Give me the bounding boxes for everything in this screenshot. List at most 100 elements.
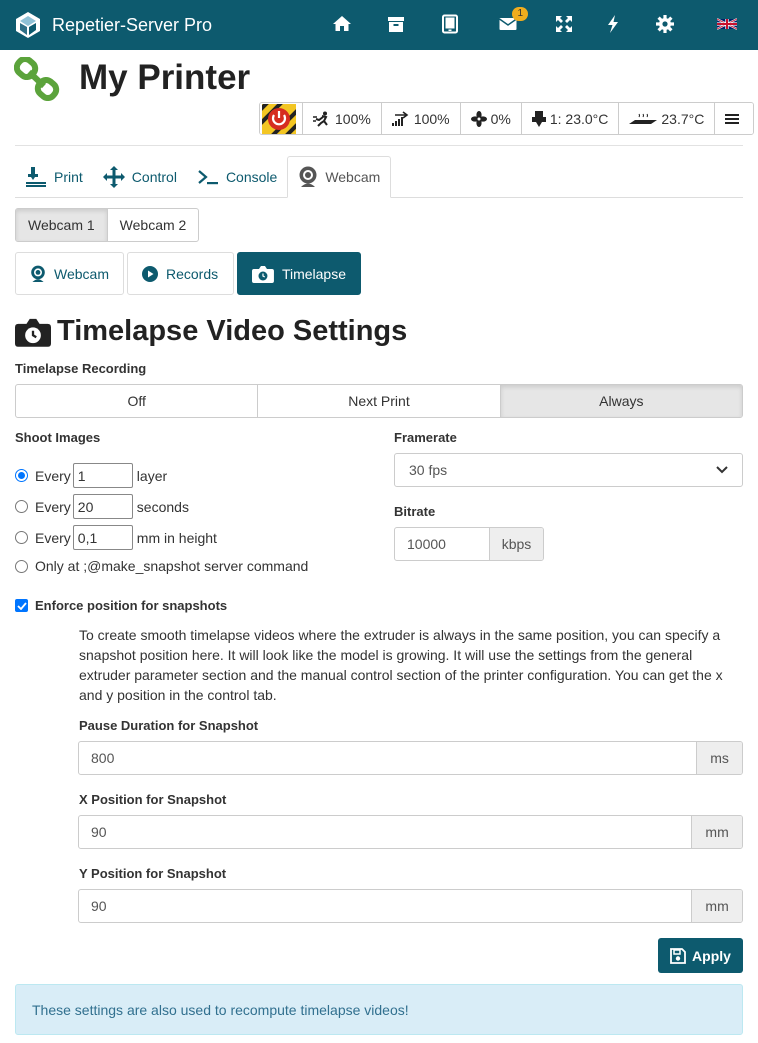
emergency-stop-button[interactable] [260, 103, 303, 134]
speed-value: 100% [335, 110, 371, 127]
print-icon [26, 167, 46, 187]
fan-icon [470, 110, 487, 127]
pause-duration-input[interactable]: 800 [79, 742, 696, 774]
y-position-input[interactable]: 90 [79, 890, 691, 922]
subtab-timelapse-label: Timelapse [281, 265, 346, 282]
flow-value: 100% [413, 110, 450, 127]
pause-duration-label: Pause Duration for Snapshot [79, 718, 259, 733]
main-tabs: Print Control Console Webcam [15, 156, 743, 198]
shoot-every-layer-row: Every 1 layer [15, 463, 167, 488]
y-position-label: Y Position for Snapshot [79, 866, 227, 881]
tab-print-label: Print [54, 169, 83, 185]
archive-icon[interactable] [384, 12, 408, 36]
expand-icon[interactable] [552, 12, 576, 36]
page-title: Timelapse Video Settings [57, 315, 408, 347]
webcam-icon [299, 166, 317, 187]
apply-label: Apply [692, 947, 731, 964]
tablet-icon[interactable] [438, 12, 462, 36]
home-icon[interactable] [330, 12, 354, 36]
shoot-height-radio[interactable] [15, 531, 28, 544]
bed-temperature-value: 23.7°C [661, 110, 705, 127]
shoot-layer-radio[interactable] [15, 469, 28, 482]
subtab-webcam-label: Webcam [54, 265, 109, 282]
height-interval-input[interactable]: 0,1 [72, 525, 133, 550]
tab-console[interactable]: Console [187, 156, 287, 198]
camera-icon [252, 265, 274, 283]
recording-label: Timelapse Recording [15, 361, 147, 376]
move-arrows-icon [102, 166, 125, 188]
timelapse-heading: Timelapse Video Settings [15, 315, 407, 348]
extruder-temperature[interactable]: 1: 23.0°C [521, 103, 620, 134]
bitrate-input[interactable]: 10000 [395, 528, 489, 560]
extruder-icon [531, 110, 546, 127]
recording-next-print-button[interactable]: Next Print [258, 385, 501, 417]
flow-icon [391, 110, 409, 126]
framerate-value: 30 fps [409, 462, 448, 478]
app-title: Repetier-Server Pro [52, 14, 213, 35]
fan-speed[interactable]: 0% [460, 103, 522, 134]
tab-console-label: Console [225, 169, 278, 185]
printer-connected-link-icon [14, 57, 60, 101]
extruder-temperature-value: 1: 23.0°C [549, 110, 609, 127]
x-position-unit: mm [691, 816, 742, 848]
command-option-label: Only at ;@make_snapshot server command [35, 558, 309, 574]
flow-multiplier[interactable]: 100% [381, 103, 461, 134]
subtab-timelapse[interactable]: Timelapse [237, 252, 361, 295]
layer-interval-input[interactable]: 1 [72, 463, 133, 488]
chevron-down-icon [716, 466, 728, 474]
webcam-2-button[interactable]: Webcam 2 [108, 209, 199, 241]
enforce-position-label: Enforce position for snapshots [35, 598, 228, 613]
hamburger-menu-icon [725, 113, 740, 124]
apply-button[interactable]: Apply [658, 938, 743, 973]
enforce-description: To create smooth timelapse videos where … [79, 627, 723, 703]
top-navbar: Repetier-Server Pro 1 [0, 0, 758, 50]
gear-icon[interactable] [653, 12, 677, 36]
emergency-stop-icon [262, 103, 296, 134]
save-icon [670, 947, 686, 964]
shoot-command-row: Only at ;@make_snapshot server command [15, 558, 308, 574]
layer-unit-label: layer [136, 467, 168, 484]
tab-webcam-label: Webcam [325, 169, 381, 185]
every-label: Every [35, 498, 71, 515]
tab-webcam[interactable]: Webcam [287, 156, 392, 198]
checkmark-icon [16, 601, 27, 610]
x-position-input[interactable]: 90 [79, 816, 691, 848]
every-label: Every [35, 529, 71, 546]
subtab-records[interactable]: Records [127, 252, 234, 295]
x-position-group: 90 mm [78, 815, 743, 849]
flag-uk-icon[interactable] [711, 12, 743, 36]
shoot-seconds-radio[interactable] [15, 500, 28, 513]
seconds-interval-input[interactable]: 20 [72, 494, 133, 519]
brand[interactable]: Repetier-Server Pro [14, 11, 212, 39]
framerate-select[interactable]: 30 fps [394, 453, 743, 487]
bolt-icon[interactable] [601, 12, 625, 36]
shoot-images-label: Shoot Images [15, 430, 101, 445]
seconds-unit-label: seconds [136, 498, 189, 515]
y-position-unit: mm [691, 890, 742, 922]
y-position-group: 90 mm [78, 889, 743, 923]
height-unit-label: mm in height [136, 529, 217, 546]
tab-control[interactable]: Control [93, 156, 187, 198]
shoot-command-radio[interactable] [15, 559, 28, 573]
running-icon [313, 111, 328, 127]
repetier-logo-icon [16, 12, 40, 38]
webcam-selector: Webcam 1 Webcam 2 [15, 208, 200, 242]
speed-multiplier[interactable]: 100% [303, 103, 382, 134]
recording-mode-group: Off Next Print Always [15, 384, 743, 418]
recording-off-button[interactable]: Off [16, 385, 259, 417]
recording-always-button[interactable]: Always [500, 385, 742, 417]
header-divider [15, 145, 743, 146]
heated-bed-icon [629, 113, 658, 124]
subtab-webcam[interactable]: Webcam [15, 252, 124, 295]
x-position-label: X Position for Snapshot [79, 792, 227, 807]
terminal-icon [198, 170, 218, 185]
bitrate-unit: kbps [489, 528, 543, 560]
pause-duration-group: 800 ms [78, 741, 743, 775]
enforce-position-checkbox[interactable] [15, 599, 28, 612]
envelope-icon[interactable]: 1 [496, 7, 528, 36]
menu-button[interactable] [715, 103, 754, 134]
webcam-1-button[interactable]: Webcam 1 [16, 209, 108, 241]
subtab-records-label: Records [166, 265, 219, 282]
bed-temperature[interactable]: 23.7°C [619, 103, 716, 134]
tab-print[interactable]: Print [15, 156, 93, 198]
